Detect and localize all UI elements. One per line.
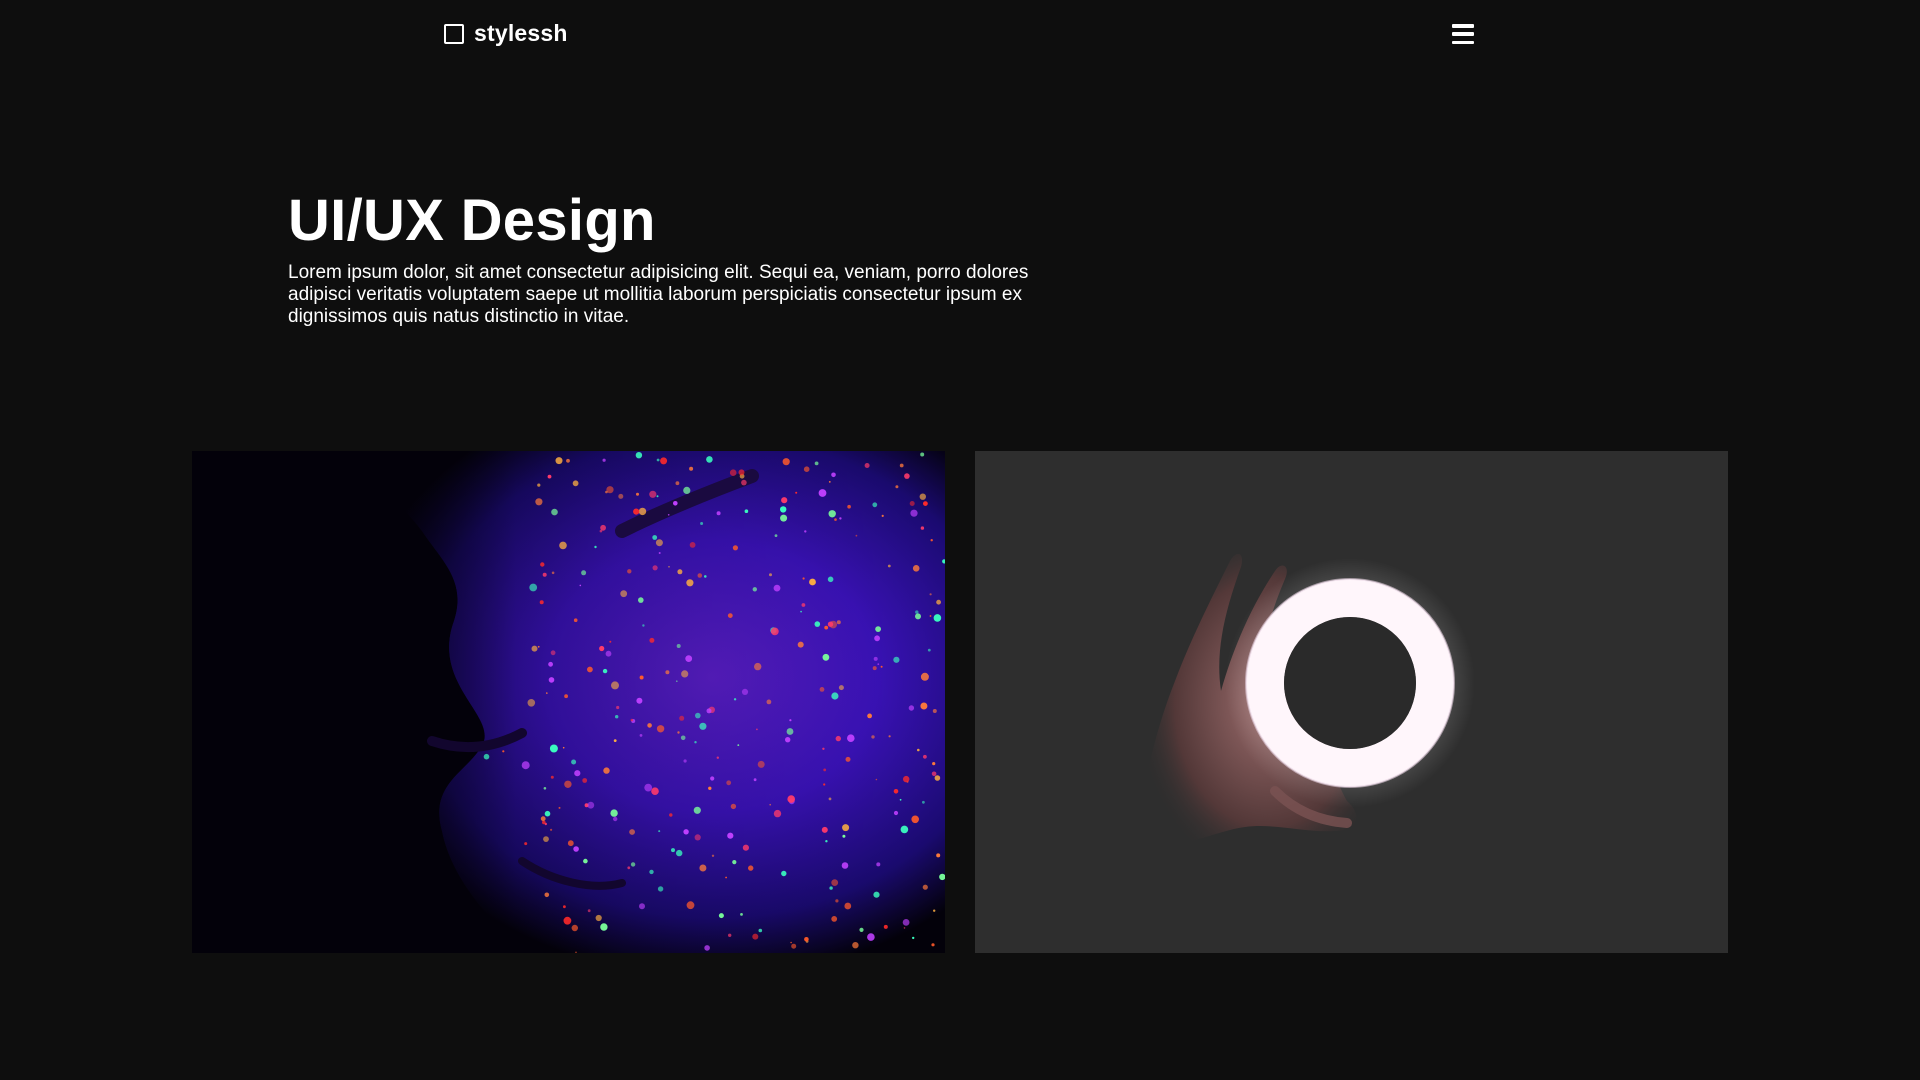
hero-description: Lorem ipsum dolor, sit amet consectetur …: [288, 262, 1029, 327]
menu-bar: [1452, 32, 1474, 36]
hamburger-menu-icon[interactable]: [1452, 24, 1474, 44]
gallery-image-ring-light[interactable]: [975, 451, 1728, 953]
hero-section: UI/UX Design Lorem ipsum dolor, sit amet…: [288, 186, 1068, 328]
gallery-image-neon-face[interactable]: [192, 451, 945, 953]
square-outline-icon: [444, 23, 464, 44]
ring-light-image: [975, 451, 1728, 953]
brand-logo-link[interactable]: stylessh: [444, 20, 568, 47]
top-navbar: stylessh: [0, 0, 1920, 68]
page-title: UI/UX Design: [288, 188, 656, 253]
menu-bar: [1452, 40, 1474, 44]
brand-name: stylessh: [474, 20, 568, 46]
neon-face-image: [192, 451, 945, 953]
menu-bar: [1452, 24, 1474, 28]
image-gallery: [192, 451, 1728, 953]
